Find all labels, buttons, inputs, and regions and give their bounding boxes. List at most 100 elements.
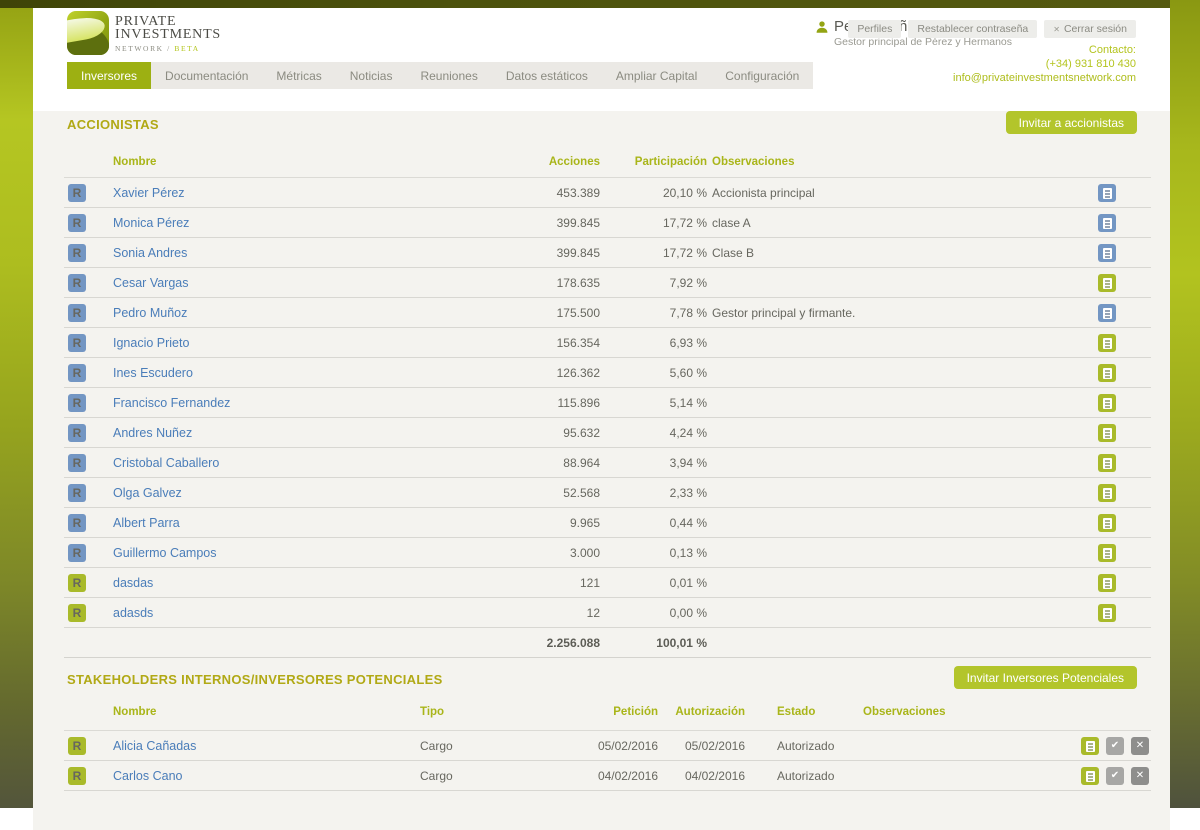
- shareholder-name-link[interactable]: Cristobal Caballero: [113, 448, 219, 478]
- shareholder-row: R Cesar Vargas 178.635 7,92 %: [64, 268, 1151, 298]
- contact-label: Contacto:: [953, 44, 1136, 58]
- shareholder-name-link[interactable]: Pedro Muñoz: [113, 298, 187, 328]
- tab-ampliar-capital[interactable]: Ampliar Capital: [602, 62, 711, 89]
- shareholder-row: R dasdas 121 0,01 %: [64, 568, 1151, 598]
- check-icon: ✔: [1111, 741, 1119, 751]
- notes-button[interactable]: [1098, 364, 1116, 382]
- document-icon: [1103, 608, 1112, 619]
- stakeholder-row: R Carlos Cano Cargo 04/02/2016 04/02/201…: [64, 761, 1151, 791]
- col-peticion: Petición: [538, 706, 658, 718]
- rights-badge: R: [68, 394, 86, 412]
- notes-button[interactable]: [1098, 394, 1116, 412]
- notes-button[interactable]: [1098, 274, 1116, 292]
- main-nav: InversoresDocumentaciónMétricasNoticiasR…: [67, 62, 813, 89]
- stakeholder-actions: ✔ ✕: [1081, 767, 1149, 785]
- peticion-date: 05/02/2016: [538, 731, 658, 761]
- reject-button[interactable]: ✕: [1131, 737, 1149, 755]
- rights-badge: R: [68, 304, 86, 322]
- invite-shareholders-button[interactable]: Invitar a accionistas: [1006, 111, 1137, 134]
- shareholders-title: ACCIONISTAS: [67, 111, 1137, 132]
- tab-configuración[interactable]: Configuración: [711, 62, 813, 89]
- rights-badge: R: [68, 544, 86, 562]
- notes-button[interactable]: [1098, 334, 1116, 352]
- shares-value: 115.896: [394, 388, 600, 418]
- observations-text: Clase B: [712, 238, 754, 268]
- right-accent-strip: [1170, 0, 1200, 808]
- perfiles-button[interactable]: Perfiles: [848, 20, 901, 38]
- shareholder-name-link[interactable]: Francisco Fernandez: [113, 388, 230, 418]
- notes-button[interactable]: [1098, 454, 1116, 472]
- shareholder-name-link[interactable]: Ignacio Prieto: [113, 328, 189, 358]
- shareholder-name-link[interactable]: Olga Galvez: [113, 478, 182, 508]
- logout-button[interactable]: ✕ Cerrar sesión: [1044, 20, 1136, 38]
- tab-métricas[interactable]: Métricas: [262, 62, 335, 89]
- approve-button[interactable]: ✔: [1106, 767, 1124, 785]
- shareholder-name-link[interactable]: Sonia Andres: [113, 238, 187, 268]
- shareholder-name-link[interactable]: Ines Escudero: [113, 358, 193, 388]
- notes-button[interactable]: [1098, 604, 1116, 622]
- notes-button[interactable]: [1098, 484, 1116, 502]
- tab-inversores[interactable]: Inversores: [67, 62, 151, 89]
- stakeholder-name-link[interactable]: Carlos Cano: [113, 761, 182, 791]
- notes-button[interactable]: [1098, 424, 1116, 442]
- tab-reuniones[interactable]: Reuniones: [406, 62, 491, 89]
- notes-button[interactable]: [1081, 737, 1099, 755]
- participation-value: 7,78 %: [604, 298, 707, 328]
- shareholder-name-link[interactable]: Monica Pérez: [113, 208, 189, 238]
- tab-datos-estáticos[interactable]: Datos estáticos: [492, 62, 602, 89]
- observations-text: clase A: [712, 208, 751, 238]
- tab-noticias[interactable]: Noticias: [336, 62, 407, 89]
- shareholder-name-link[interactable]: Albert Parra: [113, 508, 180, 538]
- participation-value: 7,92 %: [604, 268, 707, 298]
- shareholder-name-link[interactable]: adasds: [113, 598, 153, 628]
- contact-info: Contacto: (+34) 931 810 430 info@private…: [953, 44, 1136, 85]
- reject-button[interactable]: ✕: [1131, 767, 1149, 785]
- logo-leaf-icon: [67, 11, 109, 55]
- shares-value: 12: [394, 598, 600, 628]
- observations-text: Gestor principal y firmante.: [712, 298, 855, 328]
- shareholder-name-link[interactable]: dasdas: [113, 568, 153, 598]
- shareholders-table: Nombre Acciones Participación Observacio…: [64, 152, 1151, 658]
- shareholder-name-link[interactable]: Cesar Vargas: [113, 268, 189, 298]
- tab-documentación[interactable]: Documentación: [151, 62, 262, 89]
- notes-button[interactable]: [1098, 514, 1116, 532]
- reset-password-button[interactable]: Restablecer contraseña: [908, 20, 1037, 38]
- shares-value: 126.362: [394, 358, 600, 388]
- logo-text: PRIVATE INVESTMENTS NETWORK / BETA: [115, 11, 221, 53]
- shareholders-table-header: Nombre Acciones Participación Observacio…: [64, 152, 1151, 174]
- document-icon: [1086, 771, 1095, 782]
- document-icon: [1103, 458, 1112, 469]
- rights-badge: R: [68, 184, 86, 202]
- participation-value: 17,72 %: [604, 238, 707, 268]
- contact-email[interactable]: info@privateinvestmentsnetwork.com: [953, 72, 1136, 86]
- document-icon: [1103, 218, 1112, 229]
- notes-button[interactable]: [1098, 574, 1116, 592]
- notes-button[interactable]: [1098, 544, 1116, 562]
- shares-value: 9.965: [394, 508, 600, 538]
- logo-subtitle: NETWORK / BETA: [115, 44, 221, 53]
- shareholder-name-link[interactable]: Xavier Pérez: [113, 178, 185, 208]
- rights-badge: R: [68, 737, 86, 755]
- shareholder-name-link[interactable]: Andres Nuñez: [113, 418, 192, 448]
- notes-button[interactable]: [1098, 244, 1116, 262]
- stakeholders-table-header: Nombre Tipo Petición Autorización Estado…: [64, 702, 1151, 724]
- notes-button[interactable]: [1098, 214, 1116, 232]
- notes-button[interactable]: [1081, 767, 1099, 785]
- shareholder-name-link[interactable]: Guillermo Campos: [113, 538, 217, 568]
- col-observaciones: Observaciones: [863, 706, 945, 718]
- participation-value: 5,14 %: [604, 388, 707, 418]
- shares-value: 121: [394, 568, 600, 598]
- app-logo[interactable]: PRIVATE INVESTMENTS NETWORK / BETA: [67, 11, 221, 55]
- invite-potential-investors-button[interactable]: Invitar Inversores Potenciales: [954, 666, 1137, 689]
- stakeholder-name-link[interactable]: Alicia Cañadas: [113, 731, 196, 761]
- autorizacion-date: 05/02/2016: [665, 731, 745, 761]
- approve-button[interactable]: ✔: [1106, 737, 1124, 755]
- notes-button[interactable]: [1098, 184, 1116, 202]
- col-estado: Estado: [777, 706, 815, 718]
- col-nombre: Nombre: [113, 706, 156, 718]
- perfiles-label: Perfiles: [857, 23, 892, 35]
- document-icon: [1103, 188, 1112, 199]
- notes-button[interactable]: [1098, 304, 1116, 322]
- participation-value: 4,24 %: [604, 418, 707, 448]
- top-accent-bar: [0, 0, 1170, 8]
